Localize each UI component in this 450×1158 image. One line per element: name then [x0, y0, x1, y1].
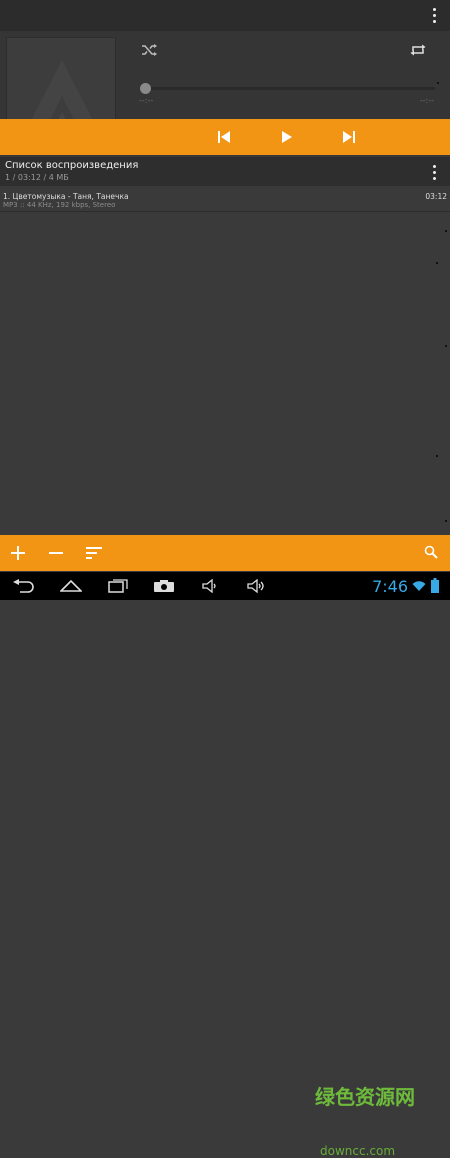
track-details: MP3 :: 44 KHz, 192 kbps, Stereo — [3, 201, 116, 209]
time-elapsed: --:-- — [139, 96, 154, 105]
playlist-menu-icon[interactable] — [425, 162, 443, 182]
skip-next-icon[interactable] — [342, 130, 356, 144]
scroll-marker — [437, 82, 439, 84]
minus-icon[interactable] — [49, 546, 63, 560]
list-item[interactable]: 1. Цветомузыка - Таня, Танечка MP3 :: 44… — [0, 189, 450, 212]
app-top-bar — [0, 0, 450, 31]
wifi-icon — [412, 581, 426, 591]
playlist-summary: 1 / 03:12 / 4 МБ — [5, 173, 69, 182]
plus-icon[interactable] — [11, 546, 25, 560]
back-icon[interactable] — [12, 579, 34, 593]
track-duration: 03:12 — [425, 192, 447, 201]
battery-icon — [431, 578, 439, 593]
repeat-icon[interactable] — [410, 43, 426, 57]
volume-down-icon[interactable] — [202, 579, 220, 593]
scroll-marker — [436, 455, 438, 457]
play-icon[interactable] — [281, 130, 293, 144]
track-title: 1. Цветомузыка - Таня, Танечка — [3, 192, 129, 201]
sort-icon[interactable] — [86, 546, 102, 560]
system-nav-bar: downcc.com 7:46 — [0, 572, 450, 1158]
volume-up-icon[interactable] — [247, 579, 267, 593]
seek-thumb[interactable] — [140, 83, 151, 94]
time-total: --:-- — [419, 96, 434, 105]
shuffle-icon[interactable] — [141, 43, 157, 57]
skip-previous-icon[interactable] — [217, 130, 231, 144]
watermark-text: 绿色资源网 — [315, 1085, 415, 1109]
status-clock: 7:46 — [372, 577, 408, 596]
bottom-toolbar: 绿色资源网 — [0, 535, 450, 1109]
playback-controls-bar — [0, 119, 450, 155]
scroll-marker — [445, 230, 447, 232]
watermark-sub: downcc.com — [320, 1144, 396, 1158]
scroll-marker — [445, 345, 447, 347]
player-panel: --:-- --:-- — [0, 31, 450, 156]
scroll-marker — [445, 520, 447, 522]
seek-bar[interactable] — [145, 87, 435, 90]
playlist-title: Список воспроизведения — [5, 160, 139, 171]
home-icon[interactable] — [60, 579, 82, 592]
playlist-header[interactable]: Список воспроизведения 1 / 03:12 / 4 МБ — [0, 157, 450, 186]
recent-apps-icon[interactable] — [108, 579, 128, 593]
search-icon[interactable] — [424, 545, 438, 559]
scroll-marker — [436, 262, 438, 264]
kebab-menu-icon[interactable] — [425, 5, 443, 25]
screenshot-icon[interactable] — [153, 579, 175, 593]
